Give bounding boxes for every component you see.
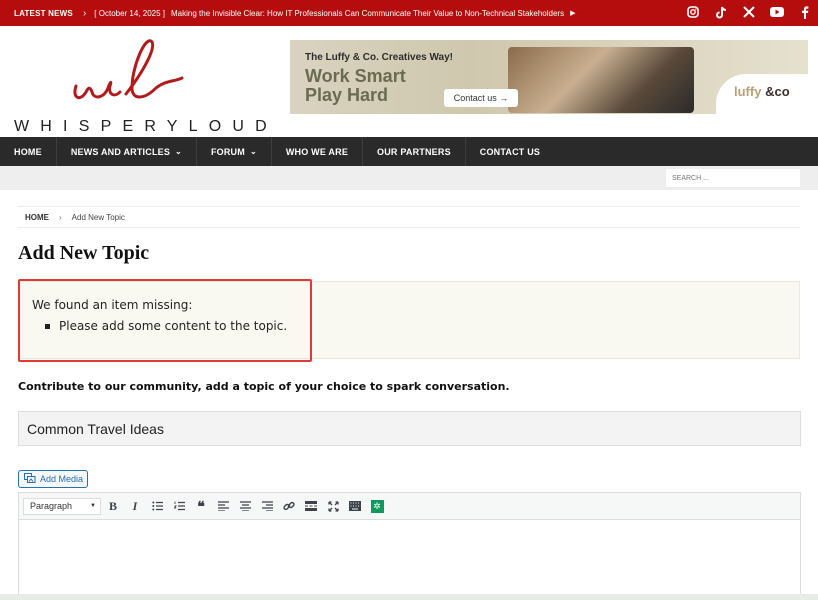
x-icon[interactable] bbox=[742, 4, 756, 20]
nav-item-news-and-articles[interactable]: NEWS AND ARTICLES ⌄ bbox=[57, 137, 197, 166]
italic-button[interactable]: I bbox=[125, 496, 145, 516]
search-input[interactable] bbox=[666, 169, 800, 187]
media-icon bbox=[24, 472, 36, 486]
nav-label: FORUM bbox=[210, 146, 245, 157]
bullet-list-button[interactable] bbox=[147, 496, 167, 516]
read-more-icon bbox=[305, 501, 317, 511]
insert-link-button[interactable] bbox=[279, 496, 299, 516]
nav-item-our-partners[interactable]: OUR PARTNERS bbox=[363, 137, 466, 166]
latest-news-label: LATEST NEWS bbox=[14, 8, 73, 18]
topic-title-input[interactable] bbox=[18, 411, 801, 446]
instagram-icon[interactable] bbox=[686, 4, 700, 20]
logo-script-icon bbox=[73, 39, 184, 100]
logo-wordmark: WHISPERYLOUD bbox=[14, 118, 278, 135]
link-icon bbox=[283, 501, 295, 511]
breadcrumb-current: Add New Topic bbox=[71, 212, 125, 222]
align-right-button[interactable] bbox=[257, 496, 277, 516]
ad-tagline: The Luffy & Co. Creatives Way! bbox=[305, 52, 453, 63]
ad-brand-name: luffy bbox=[734, 84, 762, 99]
page-title: Add New Topic bbox=[18, 242, 150, 264]
tiktok-icon[interactable] bbox=[714, 4, 728, 20]
align-center-button[interactable] bbox=[235, 496, 255, 516]
nav-label: HOME bbox=[14, 146, 42, 157]
chevron-down-icon: ⌄ bbox=[175, 147, 182, 156]
chevron-right-icon: › bbox=[82, 7, 87, 19]
nav-item-who-we-are[interactable]: WHO WE ARE bbox=[272, 137, 364, 166]
page: LATEST NEWS › [ October 14, 2025 ] Makin… bbox=[0, 0, 818, 600]
nav-item-contact-us[interactable]: CONTACT US bbox=[466, 137, 554, 166]
blockquote-button[interactable]: ❝ bbox=[191, 496, 211, 516]
facebook-icon[interactable] bbox=[798, 4, 812, 20]
ad-headline-2: Play Hard bbox=[305, 85, 389, 105]
breadcrumb-home-link[interactable]: HOME bbox=[25, 213, 49, 222]
numbered-list-icon bbox=[173, 501, 185, 511]
chevron-down-icon: ⌄ bbox=[249, 147, 257, 156]
plugin-icon: ✲ bbox=[370, 499, 384, 513]
content-editor[interactable] bbox=[18, 520, 801, 600]
align-right-icon bbox=[261, 501, 273, 511]
nav-label: WHO WE ARE bbox=[285, 146, 349, 157]
site-header: WHISPERYLOUD The Luffy & Co. Creatives W… bbox=[0, 26, 818, 136]
chevron-down-icon: ▼ bbox=[90, 502, 96, 509]
advertisement-banner[interactable]: The Luffy & Co. Creatives Way! Work Smar… bbox=[290, 40, 808, 114]
bullet-list-icon bbox=[151, 501, 163, 511]
ad-brand-logo: luffy &co bbox=[734, 84, 790, 99]
nav-label: CONTACT US bbox=[479, 146, 541, 157]
error-highlight-box bbox=[18, 279, 312, 362]
site-logo[interactable]: WHISPERYLOUD bbox=[14, 36, 267, 135]
latest-news-bar: LATEST NEWS › [ October 14, 2025 ] Makin… bbox=[0, 0, 818, 26]
editor-toolbar: Paragraph ▼ B I ❝ ✲ bbox=[18, 492, 801, 520]
toolbar-toggle-button[interactable] bbox=[345, 496, 365, 516]
ad-brand-suffix: &co bbox=[765, 84, 790, 99]
read-more-button[interactable] bbox=[301, 496, 321, 516]
ad-dogs-photo bbox=[508, 47, 694, 113]
nav-label: NEWS AND ARTICLES bbox=[70, 146, 171, 157]
ad-headline-1: Work Smart bbox=[305, 66, 406, 86]
format-selected: Paragraph bbox=[30, 501, 73, 511]
numbered-list-button[interactable] bbox=[169, 496, 189, 516]
breadcrumb: HOME › Add New Topic bbox=[18, 206, 800, 228]
bold-button[interactable]: B bbox=[103, 496, 123, 516]
search-strip bbox=[0, 166, 818, 190]
ad-contact-button[interactable]: Contact us → bbox=[444, 89, 518, 107]
format-select[interactable]: Paragraph ▼ bbox=[23, 497, 101, 515]
keyboard-icon bbox=[349, 501, 361, 511]
intro-text: Contribute to our community, add a topic… bbox=[18, 380, 510, 393]
breadcrumb-separator-icon: › bbox=[59, 212, 62, 222]
nav-item-home[interactable]: HOME bbox=[0, 137, 57, 166]
main-navigation: HOME NEWS AND ARTICLES ⌄ FORUM ⌄ WHO WE AR… bbox=[0, 137, 818, 166]
youtube-icon[interactable] bbox=[770, 4, 784, 20]
fullscreen-icon bbox=[327, 500, 339, 512]
emoji-plugin-button[interactable]: ✲ bbox=[367, 496, 387, 516]
next-headline-icon[interactable]: ▶ bbox=[570, 9, 575, 17]
news-date: [ October 14, 2025 ] bbox=[94, 8, 166, 18]
align-left-button[interactable] bbox=[213, 496, 233, 516]
social-links bbox=[686, 4, 812, 20]
nav-label: OUR PARTNERS bbox=[377, 146, 451, 157]
align-center-icon bbox=[239, 501, 251, 511]
fullscreen-button[interactable] bbox=[323, 496, 343, 516]
news-headline-link[interactable]: Making the Invisible Clear: How IT Profe… bbox=[171, 9, 564, 18]
align-left-icon bbox=[217, 501, 229, 511]
add-media-button[interactable]: Add Media bbox=[18, 470, 88, 488]
add-media-label: Add Media bbox=[40, 474, 84, 484]
page-footer-edge bbox=[0, 594, 818, 600]
nav-item-forum[interactable]: FORUM ⌄ bbox=[197, 137, 272, 166]
